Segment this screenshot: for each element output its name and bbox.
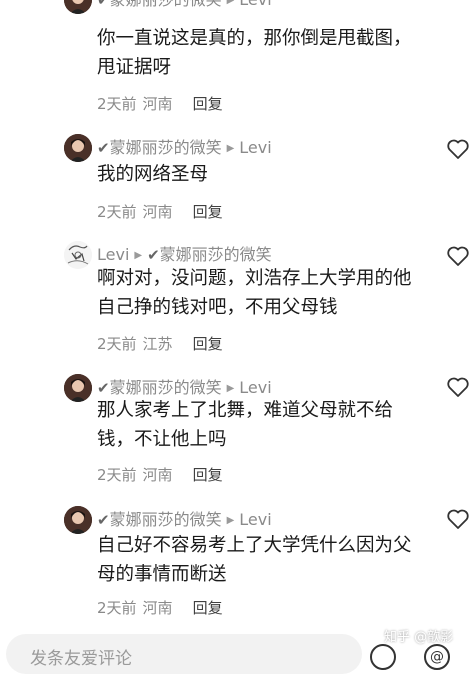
comment-meta: 2天前 河南 回复 [97,597,223,618]
like-heart-icon[interactable] [446,508,470,530]
at-mention-icon[interactable]: @ [424,644,450,670]
verified-icon: ✔ [97,379,110,397]
comment-text: 那人家考上了北舞，难道父母就不给钱，不让他上吗 [97,400,394,450]
avatar[interactable] [64,506,92,534]
comment-time: 2天前 [97,335,137,353]
author-name[interactable]: Levi [97,245,129,264]
verified-icon: ✔ [97,139,110,157]
verified-icon: ✔ [97,511,110,529]
like-heart-icon[interactable] [446,245,470,267]
reply-to-name[interactable]: 蒙娜丽莎的微笑 [160,245,272,264]
author-name[interactable]: 蒙娜丽莎的微笑 [110,0,222,9]
reply-button[interactable]: 回复 [193,599,223,617]
like-heart-icon[interactable] [446,138,470,160]
comment-header: ✔蒙娜丽莎的微笑 ▶ Levi [97,0,272,12]
comment-text: 你一直说这是真的，那你倒是甩截图，甩证据呀 [97,28,412,78]
comment-location: 河南 [142,599,173,617]
avatar[interactable] [64,241,92,269]
reply-to-name[interactable]: Levi [239,510,271,529]
reply-arrow-icon: ▶ [226,515,235,526]
reply-button[interactable]: 回复 [193,335,223,353]
comment-location: 河南 [142,95,173,113]
comment-header: ✔蒙娜丽莎的微笑 ▶ Levi [97,508,272,532]
comment-input[interactable]: 发条友爱评论 [6,634,362,674]
reply-to-name[interactable]: Levi [239,138,271,157]
comment-meta: 2天前 河南 回复 [97,201,223,222]
comment-text: 自己好不容易考上了大学凭什么因为父母的事情而断送 [97,535,412,585]
comment-time: 2天前 [97,599,137,617]
avatar[interactable] [64,374,92,402]
comment-input-placeholder: 发条友爱评论 [30,649,132,669]
verified-icon: ✔ [97,0,110,9]
comment-location: 河南 [142,466,173,484]
emoji-icon[interactable] [370,644,396,670]
comment-location: 河南 [142,203,173,221]
author-name[interactable]: 蒙娜丽莎的微笑 [110,378,222,397]
reply-arrow-icon: ▶ [226,383,235,394]
comment-time: 2天前 [97,466,137,484]
reply-to-name[interactable]: Levi [239,378,271,397]
reply-button[interactable]: 回复 [193,95,223,113]
comment-meta: 2天前 江苏 回复 [97,333,223,354]
reply-button[interactable]: 回复 [193,466,223,484]
author-name[interactable]: 蒙娜丽莎的微笑 [110,138,222,157]
reply-button[interactable]: 回复 [193,203,223,221]
author-name[interactable]: 蒙娜丽莎的微笑 [110,510,222,529]
comment-time: 2天前 [97,203,137,221]
comment-meta: 2天前 河南 回复 [97,464,223,485]
reply-arrow-icon: ▶ [134,250,143,261]
comment-time: 2天前 [97,95,137,113]
avatar[interactable] [64,134,92,162]
verified-icon: ✔ [147,246,160,264]
avatar[interactable] [64,0,92,14]
reply-arrow-icon: ▶ [226,143,235,154]
comment-text: 我的网络圣母 [97,164,209,185]
comment-header: ✔蒙娜丽莎的微笑 ▶ Levi [97,136,272,160]
reply-to-name[interactable]: Levi [239,0,271,9]
reply-arrow-icon: ▶ [226,0,235,6]
comment-text: 啊对对，没问题，刘浩存上大学用的他自己挣的钱对吧，不用父母钱 [97,268,412,318]
comment-location: 江苏 [142,335,173,353]
watermark: 知乎 @歆影 [384,630,454,645]
like-heart-icon[interactable] [446,376,470,398]
comment-meta: 2天前 河南 回复 [97,93,223,114]
